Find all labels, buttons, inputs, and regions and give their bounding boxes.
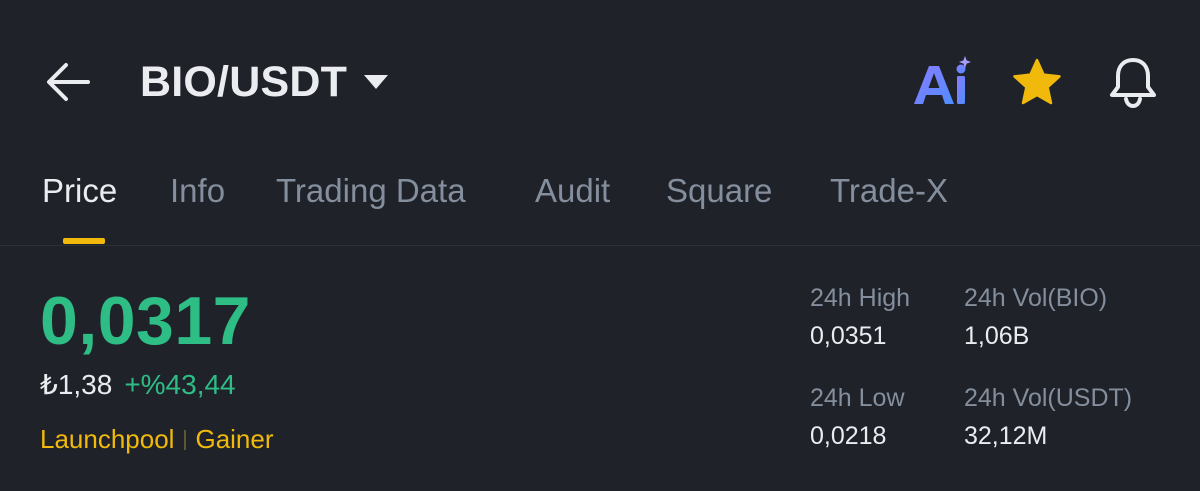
price-subline: ₺1,38 +%43,44: [40, 368, 236, 401]
price-alert-button[interactable]: [1106, 54, 1160, 110]
pair-title: BIO/USDT: [140, 57, 348, 106]
tab-price[interactable]: Price: [42, 172, 117, 210]
stat-vol-quote-label: 24h Vol(USDT): [964, 384, 1133, 412]
tab-square[interactable]: Square: [666, 172, 772, 210]
bell-icon: [1110, 58, 1156, 109]
stat-vol-base-value: 1,06B: [964, 322, 1030, 350]
tag-list: Launchpool Gainer: [40, 424, 274, 455]
tab-info[interactable]: Info: [170, 172, 225, 210]
stat-high-value: 0,0351: [810, 322, 887, 350]
header-divider: [0, 245, 1200, 246]
last-price: 0,0317: [40, 283, 251, 359]
stat-high-label: 24h High: [810, 284, 911, 312]
tag-gainer[interactable]: Gainer: [195, 424, 273, 455]
star-icon: [1013, 58, 1061, 105]
stat-vol-base-label: 24h Vol(BIO): [964, 284, 1108, 312]
active-tab-indicator: [63, 238, 105, 244]
back-button[interactable]: [42, 58, 94, 106]
caret-down-icon: [364, 75, 389, 89]
tab-bar: Price Info Trading Data Audit Square Tra…: [0, 166, 1200, 246]
ai-icon: [914, 56, 971, 104]
tab-trading-data[interactable]: Trading Data: [276, 172, 466, 210]
stat-vol-quote-value: 32,12M: [964, 422, 1048, 450]
fiat-price: ₺1,38: [40, 369, 113, 400]
pair-selector[interactable]: BIO/USDT: [140, 56, 389, 108]
stat-low-label: 24h Low: [810, 384, 905, 412]
favorite-button[interactable]: [1010, 56, 1064, 110]
tag-separator: [184, 429, 187, 450]
tag-launchpool[interactable]: Launchpool: [40, 424, 174, 455]
tab-audit[interactable]: Audit: [535, 172, 610, 210]
stat-low-value: 0,0218: [810, 422, 887, 450]
price-change-percent: +%43,44: [124, 369, 236, 400]
tab-trade-x[interactable]: Trade-X: [830, 172, 948, 210]
arrow-left-icon: [47, 63, 90, 101]
market-detail-screen: BIO/USDT Price Info Trading Data Audit S…: [0, 0, 1200, 491]
ai-button[interactable]: [910, 54, 974, 110]
